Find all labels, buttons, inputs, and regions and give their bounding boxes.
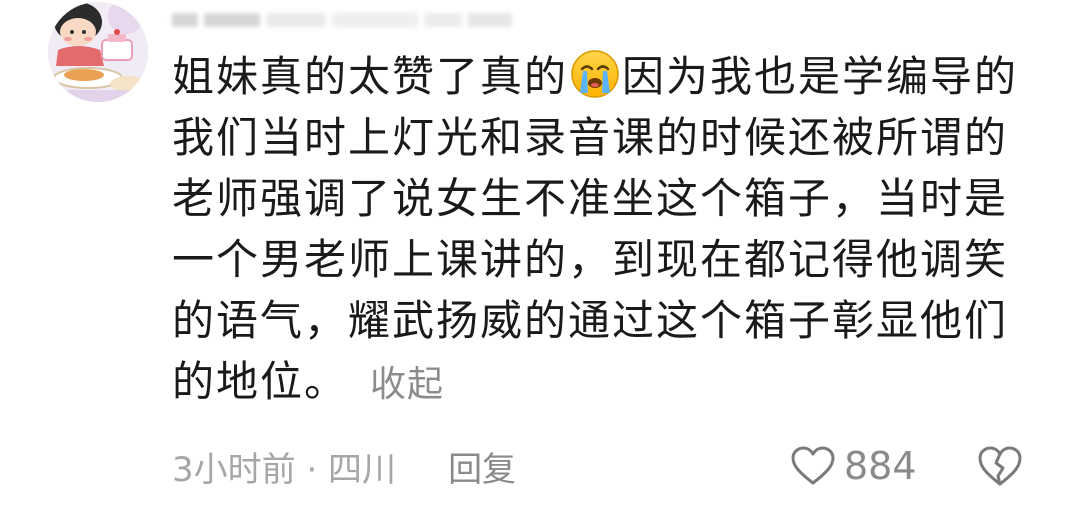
user-avatar[interactable] xyxy=(48,2,148,102)
comment-meta: 3小时前 · 四川 回复 xyxy=(172,438,516,494)
comment-line: 姐妹真的太赞了真的 xyxy=(172,52,569,101)
comment-line: 我们当时上灯光和录音课的时候还被所谓的 xyxy=(172,113,1009,162)
comment-line: 因为我也是学编导的 xyxy=(622,52,1019,101)
comment-item: 姐妹真的太赞了真的 因为我也是学编导的 我们当时上灯光和录音课的时候还被所谓的 … xyxy=(0,0,1080,510)
comment-line: 的地位。 xyxy=(172,357,349,406)
like-count: 884 xyxy=(844,444,917,488)
comment-line: 一个男老师上课讲的，到现在都记得他调笑 xyxy=(172,235,1009,284)
redacted-block xyxy=(332,13,418,27)
timestamp-location: 3小时前 · 四川 xyxy=(172,449,397,490)
cartoon-girl-avatar-icon xyxy=(48,2,148,102)
reply-button[interactable]: 回复 xyxy=(448,442,516,491)
redacted-block xyxy=(266,13,326,27)
redacted-block xyxy=(204,13,260,27)
crying-face-emoji-icon xyxy=(570,49,620,99)
collapse-button[interactable]: 收起 xyxy=(370,364,444,405)
redacted-block xyxy=(424,13,462,27)
like-button[interactable]: 884 xyxy=(790,440,917,492)
dislike-button[interactable] xyxy=(972,440,1028,492)
heart-outline-icon xyxy=(791,446,835,485)
redacted-block xyxy=(468,13,512,27)
username-redacted[interactable] xyxy=(172,8,512,32)
comment-text: 姐妹真的太赞了真的 因为我也是学编导的 我们当时上灯光和录音课的时候还被所谓的 … xyxy=(172,46,1052,415)
broken-heart-icon xyxy=(978,446,1022,486)
comment-line: 的语气，耀武扬威的通过这个箱子彰显他们 xyxy=(172,296,1009,345)
redacted-block xyxy=(172,13,198,27)
comment-line: 老师强调了说女生不准坐这个箱子，当时是 xyxy=(172,174,1009,223)
